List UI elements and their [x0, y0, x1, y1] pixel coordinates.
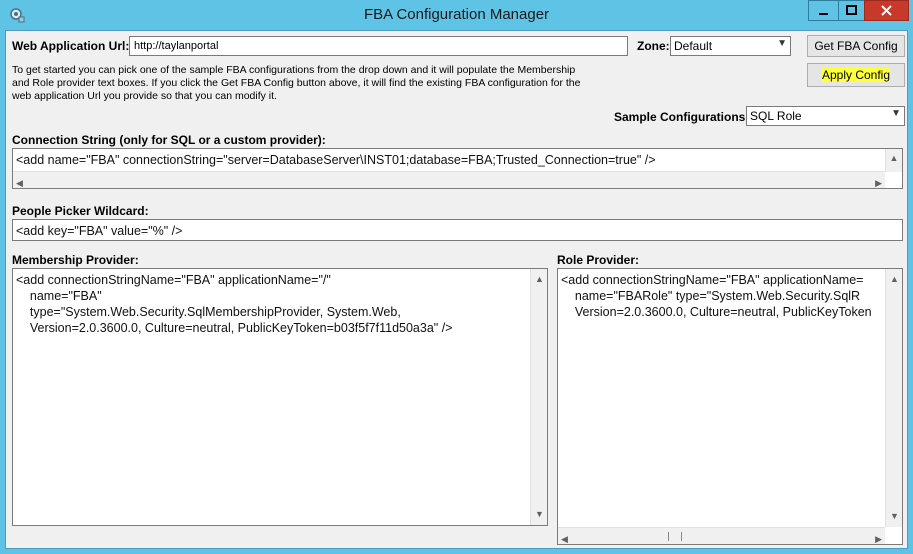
people-picker-textbox[interactable]: <add key="FBA" value="%" /> — [12, 219, 903, 241]
horizontal-scrollbar[interactable]: ◀ ▶ — [558, 527, 885, 544]
membership-provider-label: Membership Provider: — [12, 253, 139, 267]
scroll-left-icon[interactable]: ◀ — [561, 531, 568, 544]
get-fba-config-label: Get FBA Config — [814, 39, 898, 53]
code-line: name="FBARole" type="System.Web.Security… — [561, 289, 861, 303]
code-line: <add connectionStringName="FBA" applicat… — [561, 273, 864, 287]
zone-select[interactable]: Default ▼ — [670, 36, 791, 56]
web-app-url-value: http://taylanportal — [134, 40, 219, 52]
vertical-scrollbar[interactable]: ▲ ▼ — [885, 269, 902, 527]
maximize-button[interactable] — [838, 0, 865, 21]
web-app-url-label: Web Application Url: — [12, 39, 130, 53]
scroll-down-icon[interactable]: ▼ — [890, 508, 899, 524]
sample-configurations-value: SQL Role — [750, 109, 802, 123]
scroll-right-icon[interactable]: ▶ — [875, 175, 882, 188]
connection-string-textbox[interactable]: <add name="FBA" connectionString="server… — [12, 148, 903, 189]
scroll-up-icon[interactable]: ▲ — [890, 271, 899, 287]
code-line: type="System.Web.Security.SqlMembershipP… — [16, 305, 401, 319]
vertical-scrollbar[interactable]: ▲ — [885, 149, 902, 172]
apply-config-label: Apply Config — [821, 68, 891, 82]
zone-value: Default — [674, 39, 713, 53]
sample-configurations-select[interactable]: SQL Role ▼ — [746, 106, 905, 126]
zone-label: Zone: — [637, 39, 670, 53]
code-line: name="FBA" — [16, 289, 102, 303]
window-title: FBA Configuration Manager — [363, 6, 550, 23]
scroll-up-icon[interactable]: ▲ — [886, 150, 902, 166]
maximize-icon — [846, 5, 857, 15]
code-line: Version=2.0.3600.0, Culture=neutral, Pub… — [561, 305, 872, 319]
code-line: <add connectionStringName="FBA" applicat… — [16, 273, 331, 287]
apply-config-button[interactable]: Apply Config — [807, 63, 905, 87]
chevron-down-icon: ▼ — [777, 38, 787, 49]
vertical-scrollbar[interactable]: ▲ ▼ — [530, 269, 547, 525]
info-text: To get started you can pick one of the s… — [12, 64, 612, 103]
chevron-down-icon: ▼ — [891, 108, 901, 119]
info-line: and Role provider text boxes. If you cli… — [12, 77, 581, 89]
web-app-url-input[interactable]: http://taylanportal — [129, 36, 628, 56]
info-line: To get started you can pick one of the s… — [12, 64, 576, 76]
sample-configurations-label: Sample Configurations: — [614, 110, 750, 124]
scroll-down-icon[interactable]: ▼ — [535, 506, 544, 522]
info-line: web application Url you provide so that … — [12, 90, 277, 102]
close-button[interactable] — [864, 0, 909, 21]
code-line: Version=2.0.3600.0, Culture=neutral, Pub… — [16, 321, 453, 335]
connection-string-label: Connection String (only for SQL or a cus… — [12, 133, 326, 147]
people-picker-value: <add key="FBA" value="%" /> — [16, 224, 183, 238]
membership-provider-text: <add connectionStringName="FBA" applicat… — [16, 272, 452, 336]
scroll-thumb-grip-icon[interactable] — [668, 532, 682, 541]
role-provider-textbox[interactable]: <add connectionStringName="FBA" applicat… — [557, 268, 903, 545]
scroll-left-icon[interactable]: ◀ — [16, 175, 23, 188]
horizontal-scrollbar[interactable]: ◀ ▶ — [13, 171, 885, 188]
role-provider-text: <add connectionStringName="FBA" applicat… — [561, 272, 872, 320]
minimize-icon — [819, 13, 828, 15]
role-provider-label: Role Provider: — [557, 253, 640, 267]
get-fba-config-button[interactable]: Get FBA Config — [807, 35, 905, 57]
membership-provider-textbox[interactable]: <add connectionStringName="FBA" applicat… — [12, 268, 548, 526]
connection-string-value: <add name="FBA" connectionString="server… — [16, 153, 656, 167]
people-picker-label: People Picker Wildcard: — [12, 204, 149, 218]
scroll-up-icon[interactable]: ▲ — [535, 271, 544, 287]
close-icon — [881, 5, 892, 16]
minimize-button[interactable] — [808, 0, 839, 21]
scroll-right-icon[interactable]: ▶ — [875, 531, 882, 544]
